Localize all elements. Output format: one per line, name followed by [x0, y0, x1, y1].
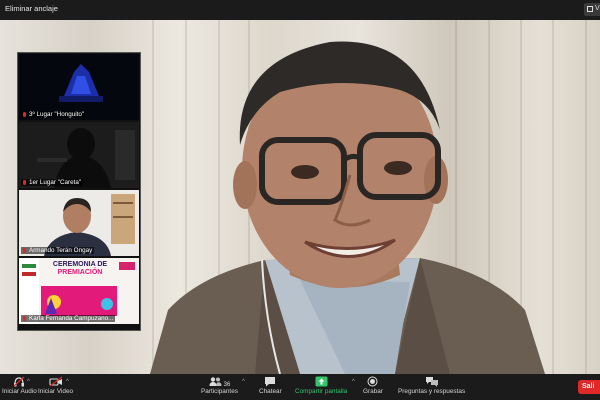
participants-button[interactable]: 36 Participantes: [201, 376, 238, 395]
audio-options-caret[interactable]: ^: [27, 379, 30, 385]
share-options-caret[interactable]: ^: [352, 379, 355, 385]
participant-gallery: 3º Lugar "Honguito" 1er Lugar "Careta" A…: [17, 52, 141, 331]
participants-icon-row: 36: [201, 376, 238, 388]
tile-name: Armando Terán Ongay: [21, 247, 95, 254]
muted-mic-icon: [23, 112, 26, 117]
share-screen-icon: [315, 376, 328, 387]
muted-mic-icon: [23, 180, 26, 185]
participants-icon: [209, 377, 222, 386]
participants-label: Participantes: [201, 388, 238, 395]
view-button-label: V: [595, 5, 600, 12]
start-audio-label: Iniciar Audio: [2, 388, 37, 395]
participant-tile[interactable]: 3º Lugar "Honguito": [19, 54, 139, 120]
view-button[interactable]: V: [584, 3, 600, 16]
grid-view-icon: [587, 6, 593, 12]
headphones-icon: [14, 376, 25, 387]
participant-tile[interactable]: CEREMONIA DE PREMIACIÓN Karla Fernanda C…: [19, 258, 139, 324]
unpin-button[interactable]: Eliminar anclaje: [5, 4, 58, 13]
record-icon: [367, 376, 378, 387]
video-camera-icon: [48, 376, 62, 387]
chat-button[interactable]: Chatear: [259, 376, 282, 395]
tile-name: Karla Fernanda Campuzano...: [21, 315, 116, 322]
start-audio-button[interactable]: Iniciar Audio: [2, 376, 37, 395]
muted-mic-icon: [23, 248, 26, 253]
ceremony-banner: CEREMONIA DE PREMIACIÓN: [52, 261, 108, 276]
tile-name: 1er Lugar "Careta": [21, 179, 84, 186]
record-label: Grabar: [363, 388, 383, 395]
tile-name: 3º Lugar "Honguito": [21, 111, 87, 118]
start-video-label: Iniciar Video: [38, 388, 74, 395]
top-bar: Eliminar anclaje V: [0, 0, 600, 20]
qa-button[interactable]: Preguntas y respuestas: [398, 376, 465, 395]
share-screen-label: Compartir pantalla: [295, 388, 348, 395]
chat-label: Chatear: [259, 388, 282, 395]
qa-label: Preguntas y respuestas: [398, 388, 466, 395]
chat-bubble-icon: [265, 377, 276, 387]
meeting-toolbar: Iniciar Audio ^ Iniciar Video ^ 36 Parti…: [0, 374, 600, 400]
participant-tile[interactable]: Armando Terán Ongay: [19, 190, 139, 256]
video-options-caret[interactable]: ^: [66, 379, 69, 385]
participants-options-caret[interactable]: ^: [242, 379, 245, 385]
muted-mic-icon: [23, 316, 26, 321]
qa-icon: [425, 377, 438, 387]
participant-tile[interactable]: 1er Lugar "Careta": [19, 122, 139, 188]
share-screen-button[interactable]: Compartir pantalla: [295, 376, 347, 395]
record-button[interactable]: Grabar: [363, 376, 383, 395]
leave-meeting-button[interactable]: Sali: [578, 380, 600, 394]
